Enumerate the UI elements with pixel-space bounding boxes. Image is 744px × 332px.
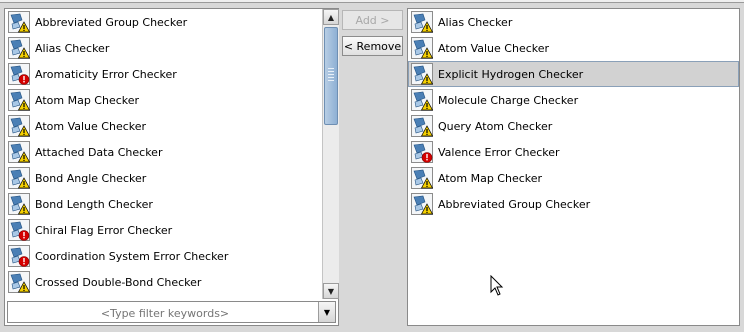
list-item-label: Alias Checker [35,41,110,55]
scroll-thumb[interactable] [324,27,338,125]
list-item[interactable]: Bond Angle Checker [5,165,321,191]
available-checkers-panel: Abbreviated Group Checker Alias Checker Ar… [4,8,339,326]
list-item-label: Query Atom Checker [438,119,553,133]
scroll-up-button[interactable]: ▲ [323,9,339,25]
checker-warning-icon [411,63,434,85]
list-item[interactable]: Bond Length Checker [5,191,321,217]
list-item-label: Chiral Flag Error Checker [35,223,173,237]
list-item-label: Valence Error Checker [438,145,560,159]
checker-warning-icon [8,167,31,189]
list-item-label: Abbreviated Group Checker [35,15,188,29]
list-item-label: Atom Map Checker [35,93,140,107]
mouse-cursor-icon [490,275,504,296]
checker-warning-icon [8,271,31,293]
checker-warning-icon [8,115,31,137]
list-item[interactable]: Molecule Charge Checker [408,87,739,113]
list-item-label: Atom Value Checker [438,41,550,55]
checker-warning-icon [8,193,31,215]
filter-combobox[interactable]: ▼ [7,301,336,324]
add-button[interactable]: Add > [342,10,403,30]
checker-error-icon [8,245,30,267]
chevron-up-icon: ▲ [327,12,335,22]
list-item-label: Crossed Double-Bond Checker [35,275,202,289]
filter-dropdown-button[interactable]: ▼ [318,302,335,322]
left-list-scrollbar[interactable]: ▲ ▼ [322,9,339,299]
checker-warning-icon [411,115,434,137]
checker-error-icon [8,63,30,85]
checker-warning-icon [411,167,434,189]
list-item[interactable]: Chiral Flag Error Checker [5,217,321,243]
list-item-label: Attached Data Checker [35,145,163,159]
filter-input[interactable] [8,302,322,324]
list-item[interactable]: Aromaticity Error Checker [5,61,321,87]
list-item[interactable]: Explicit Hydrogen Checker [408,61,739,87]
list-item[interactable]: Atom Value Checker [5,113,321,139]
list-item-label: Explicit Hydrogen Checker [438,67,584,81]
list-item-label: Coordination System Error Checker [35,249,229,263]
list-item-label: Molecule Charge Checker [438,93,579,107]
window-top-border [0,0,744,3]
list-item[interactable]: Valence Error Checker [408,139,739,165]
checker-warning-icon [8,141,31,163]
list-item-label: Aromaticity Error Checker [35,67,177,81]
checker-warning-icon [8,89,31,111]
list-item-label: Atom Value Checker [35,119,147,133]
checker-error-icon [8,219,30,241]
list-item[interactable]: Alias Checker [5,35,321,61]
list-item[interactable]: Alias Checker [408,9,739,35]
selected-checkers-panel: Alias Checker Atom Value Checker Explicit … [407,8,740,326]
scroll-grip [328,68,334,82]
chevron-down-icon: ▼ [327,286,335,296]
list-item[interactable]: Abbreviated Group Checker [408,191,739,217]
list-item[interactable]: Atom Map Checker [408,165,739,191]
scroll-down-button[interactable]: ▼ [323,283,339,299]
checker-warning-icon [411,37,434,59]
list-item[interactable]: Atom Value Checker [408,35,739,61]
list-item[interactable]: Query Atom Checker [408,113,739,139]
checker-warning-icon [411,89,434,111]
list-item[interactable]: Atom Map Checker [5,87,321,113]
checker-warning-icon [411,193,434,215]
checker-warning-icon [411,11,434,33]
remove-button[interactable]: < Remove [342,36,403,56]
checker-warning-icon [8,37,31,59]
list-item[interactable]: Coordination System Error Checker [5,243,321,269]
selected-checkers-list[interactable]: Alias Checker Atom Value Checker Explicit … [408,9,739,325]
list-item[interactable]: Crossed Double-Bond Checker [5,269,321,295]
list-item-label: Bond Angle Checker [35,171,147,185]
list-item-label: Abbreviated Group Checker [438,197,591,211]
list-item-label: Atom Map Checker [438,171,543,185]
available-checkers-list[interactable]: Abbreviated Group Checker Alias Checker Ar… [5,9,321,299]
list-item[interactable]: Abbreviated Group Checker [5,9,321,35]
list-item[interactable]: Attached Data Checker [5,139,321,165]
list-item-label: Alias Checker [438,15,513,29]
checker-error-icon [411,141,433,163]
list-item-label: Bond Length Checker [35,197,153,211]
chevron-down-icon: ▼ [323,307,331,317]
checker-warning-icon [8,11,31,33]
